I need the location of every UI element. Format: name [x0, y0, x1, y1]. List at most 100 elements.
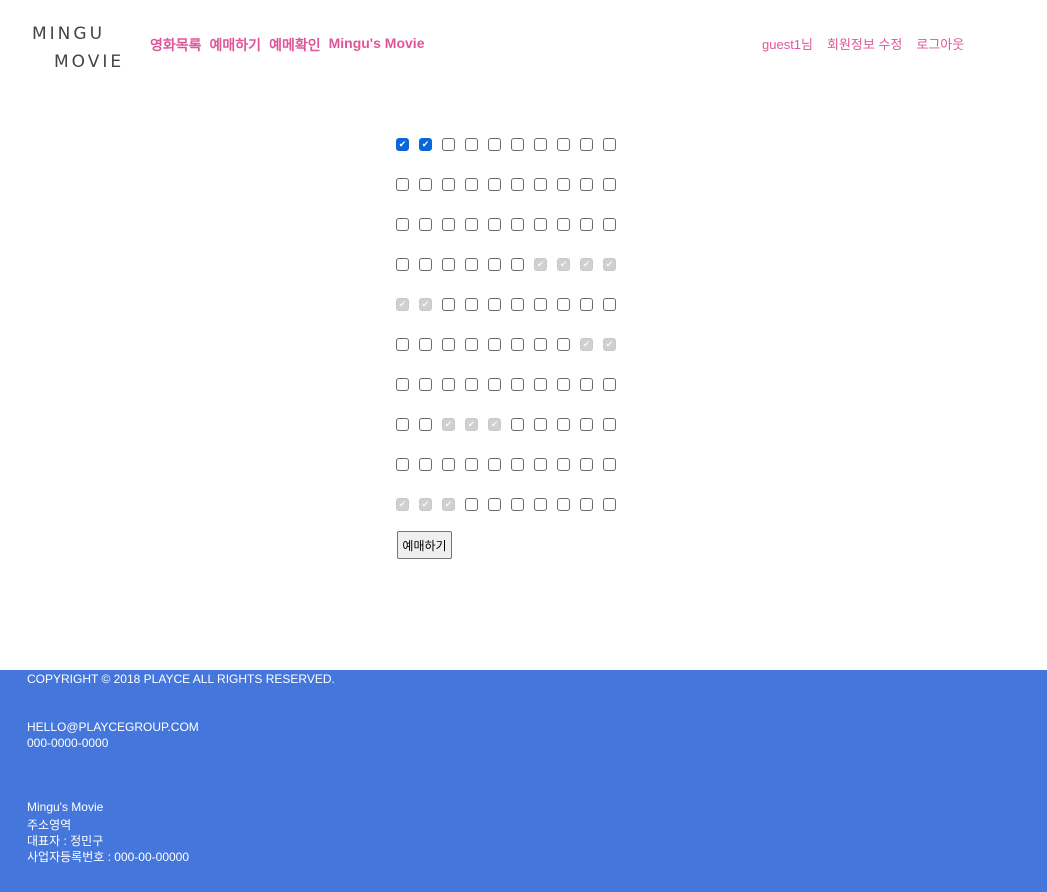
seat-checkbox-reserved: [396, 298, 409, 311]
seat-checkbox[interactable]: [603, 138, 616, 151]
seat-checkbox[interactable]: [442, 378, 455, 391]
seat-checkbox[interactable]: [396, 418, 409, 431]
seat-checkbox[interactable]: [580, 218, 593, 231]
seat-checkbox[interactable]: [511, 218, 524, 231]
seat-checkbox[interactable]: [557, 218, 570, 231]
site-logo[interactable]: MINGU MOVIE: [30, 22, 125, 72]
seat-checkbox[interactable]: [557, 138, 570, 151]
seat-checkbox[interactable]: [419, 138, 432, 151]
seat-checkbox[interactable]: [465, 138, 478, 151]
seat-checkbox[interactable]: [511, 498, 524, 511]
seat-checkbox[interactable]: [419, 378, 432, 391]
seat-checkbox[interactable]: [557, 338, 570, 351]
seat-checkbox[interactable]: [580, 498, 593, 511]
seat-checkbox[interactable]: [580, 378, 593, 391]
seat-checkbox[interactable]: [442, 258, 455, 271]
seat-checkbox[interactable]: [534, 378, 547, 391]
seat-checkbox[interactable]: [557, 378, 570, 391]
seat-checkbox[interactable]: [511, 378, 524, 391]
seat-checkbox[interactable]: [396, 378, 409, 391]
seat-checkbox[interactable]: [511, 138, 524, 151]
seat-checkbox[interactable]: [557, 498, 570, 511]
seat-checkbox-reserved: [580, 258, 593, 271]
seat-checkbox[interactable]: [465, 498, 478, 511]
seat-checkbox[interactable]: [465, 338, 478, 351]
seat-checkbox[interactable]: [488, 338, 501, 351]
seat-checkbox[interactable]: [465, 178, 478, 191]
seat-checkbox[interactable]: [419, 258, 432, 271]
seat-checkbox[interactable]: [603, 418, 616, 431]
seat-checkbox[interactable]: [557, 458, 570, 471]
seat-checkbox[interactable]: [396, 218, 409, 231]
seat-checkbox[interactable]: [534, 138, 547, 151]
seat-checkbox[interactable]: [465, 458, 478, 471]
reserve-button[interactable]: 예매하기: [397, 531, 452, 559]
seat-checkbox[interactable]: [534, 458, 547, 471]
seat-checkbox[interactable]: [603, 178, 616, 191]
seat-checkbox[interactable]: [488, 258, 501, 271]
seat-checkbox[interactable]: [580, 138, 593, 151]
seat-checkbox[interactable]: [534, 218, 547, 231]
seat-checkbox[interactable]: [488, 378, 501, 391]
seat-checkbox[interactable]: [580, 298, 593, 311]
seat-checkbox[interactable]: [488, 298, 501, 311]
seat-checkbox[interactable]: [442, 218, 455, 231]
seat-checkbox[interactable]: [442, 338, 455, 351]
seat-checkbox[interactable]: [603, 458, 616, 471]
seat-checkbox[interactable]: [511, 458, 524, 471]
seat-checkbox[interactable]: [419, 338, 432, 351]
seat-checkbox[interactable]: [465, 218, 478, 231]
seat-checkbox-reserved: [419, 298, 432, 311]
seat-checkbox[interactable]: [557, 178, 570, 191]
footer-copyright: COPYRIGHT © 2018 PLAYCE ALL RIGHTS RESER…: [27, 672, 335, 686]
seat-checkbox[interactable]: [488, 218, 501, 231]
seat-checkbox[interactable]: [396, 338, 409, 351]
seat-checkbox[interactable]: [396, 178, 409, 191]
seat-checkbox[interactable]: [511, 418, 524, 431]
nav-reservation-check[interactable]: 예메확인: [269, 35, 321, 55]
seat-checkbox[interactable]: [534, 298, 547, 311]
seat-checkbox[interactable]: [511, 178, 524, 191]
nav-reserve[interactable]: 예매하기: [210, 35, 262, 55]
seat-checkbox[interactable]: [488, 138, 501, 151]
seat-checkbox[interactable]: [419, 178, 432, 191]
seat-checkbox[interactable]: [511, 338, 524, 351]
nav-brand[interactable]: Mingu's Movie: [329, 35, 425, 55]
seat-checkbox[interactable]: [465, 258, 478, 271]
seat-checkbox[interactable]: [580, 178, 593, 191]
seat-checkbox[interactable]: [603, 218, 616, 231]
seat-checkbox[interactable]: [603, 298, 616, 311]
seat-checkbox[interactable]: [442, 298, 455, 311]
seat-checkbox[interactable]: [488, 458, 501, 471]
seat-checkbox[interactable]: [511, 258, 524, 271]
seat-checkbox[interactable]: [442, 138, 455, 151]
seat-checkbox[interactable]: [488, 178, 501, 191]
footer-ceo: 대표자 : 정민구: [27, 834, 104, 848]
seat-checkbox[interactable]: [580, 418, 593, 431]
nav-movie-list[interactable]: 영화목록: [150, 35, 202, 55]
seat-checkbox[interactable]: [465, 298, 478, 311]
logout-link[interactable]: 로그아웃: [916, 34, 964, 53]
seat-checkbox[interactable]: [534, 178, 547, 191]
seat-checkbox[interactable]: [557, 298, 570, 311]
edit-profile-link[interactable]: 회원정보 수정: [827, 34, 902, 53]
seat-row: [396, 257, 626, 297]
seat-checkbox[interactable]: [419, 218, 432, 231]
seat-checkbox[interactable]: [534, 418, 547, 431]
seat-checkbox[interactable]: [419, 418, 432, 431]
seat-checkbox[interactable]: [396, 138, 409, 151]
seat-checkbox[interactable]: [603, 498, 616, 511]
seat-checkbox[interactable]: [557, 418, 570, 431]
seat-checkbox[interactable]: [465, 378, 478, 391]
seat-checkbox[interactable]: [603, 378, 616, 391]
seat-checkbox[interactable]: [442, 458, 455, 471]
seat-checkbox[interactable]: [488, 498, 501, 511]
seat-checkbox[interactable]: [580, 458, 593, 471]
seat-checkbox[interactable]: [396, 458, 409, 471]
seat-checkbox[interactable]: [442, 178, 455, 191]
seat-checkbox[interactable]: [396, 258, 409, 271]
seat-checkbox[interactable]: [534, 338, 547, 351]
seat-checkbox[interactable]: [419, 458, 432, 471]
seat-checkbox[interactable]: [511, 298, 524, 311]
seat-checkbox[interactable]: [534, 498, 547, 511]
